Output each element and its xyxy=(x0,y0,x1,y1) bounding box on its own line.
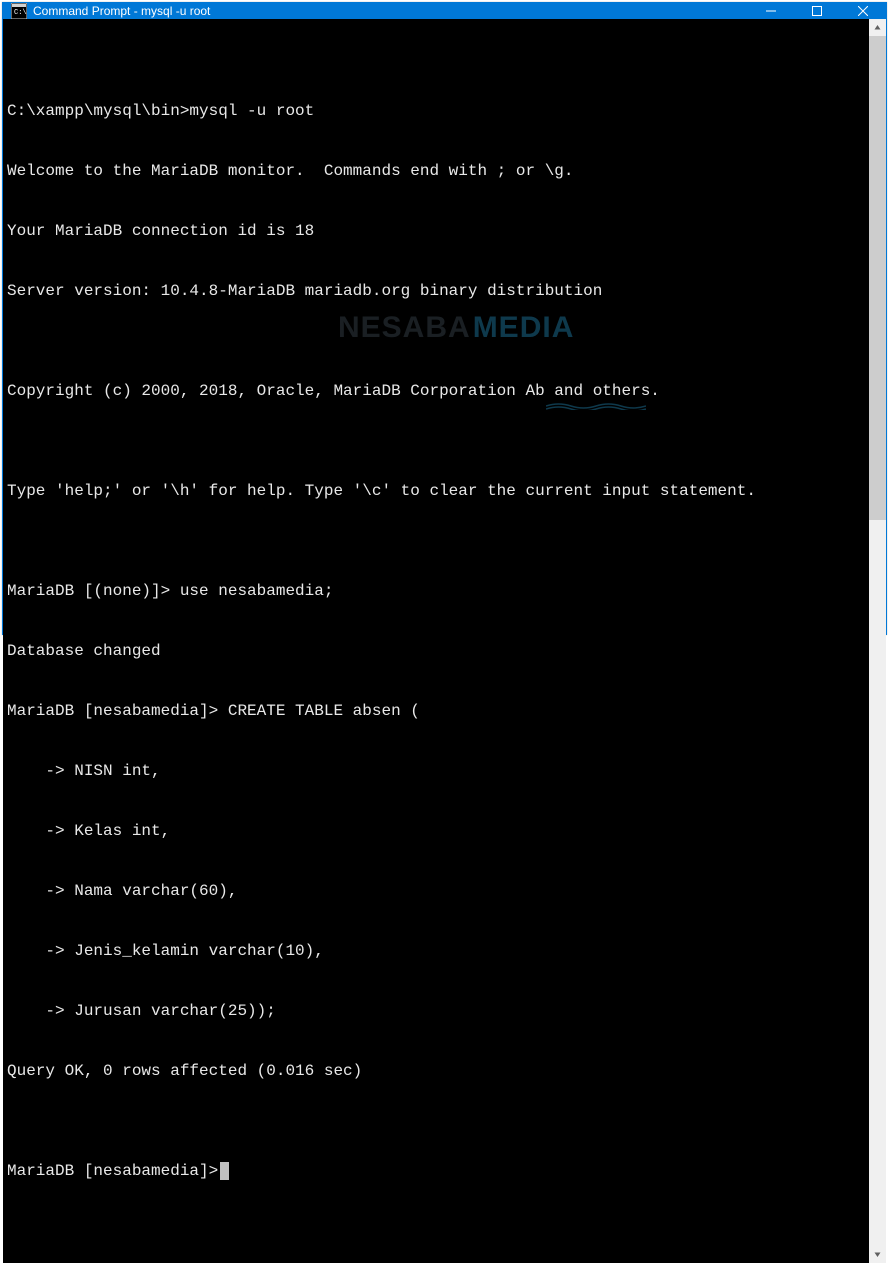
svg-text:C:\: C:\ xyxy=(14,9,27,17)
maximize-button[interactable] xyxy=(794,3,840,19)
terminal-line: Database changed xyxy=(7,641,865,661)
scroll-down-button[interactable] xyxy=(869,1246,886,1263)
titlebar[interactable]: C:\ Command Prompt - mysql -u root xyxy=(3,3,886,19)
terminal-line: Query OK, 0 rows affected (0.016 sec) xyxy=(7,1061,865,1081)
terminal-line: Server version: 10.4.8-MariaDB mariadb.o… xyxy=(7,281,865,301)
vertical-scrollbar[interactable] xyxy=(869,19,886,1263)
terminal-line: MariaDB [(none)]> use nesabamedia; xyxy=(7,581,865,601)
terminal-output[interactable]: C:\xampp\mysql\bin>mysql -u root Welcome… xyxy=(3,19,869,1263)
minimize-button[interactable] xyxy=(748,3,794,19)
terminal-line: Type 'help;' or '\h' for help. Type '\c'… xyxy=(7,481,865,501)
window-controls xyxy=(748,3,886,19)
console-window: C:\ Command Prompt - mysql -u root C:\xa… xyxy=(2,2,887,635)
watermark-part1: NESABA xyxy=(338,309,471,347)
scroll-up-button[interactable] xyxy=(869,19,886,36)
terminal-line: -> Nama varchar(60), xyxy=(7,881,865,901)
scrollbar-track[interactable] xyxy=(869,36,886,1246)
scrollbar-thumb[interactable] xyxy=(869,36,886,520)
cmd-icon: C:\ xyxy=(11,3,27,19)
close-button[interactable] xyxy=(840,3,886,19)
terminal-prompt: MariaDB [nesabamedia]> xyxy=(7,1162,218,1180)
terminal-line: -> Jurusan varchar(25)); xyxy=(7,1001,865,1021)
watermark-part2: MEDIA xyxy=(473,309,575,347)
terminal-prompt-line: MariaDB [nesabamedia]> xyxy=(7,1161,865,1181)
cursor-icon xyxy=(220,1162,229,1180)
window-title: Command Prompt - mysql -u root xyxy=(33,4,748,18)
terminal-line: Welcome to the MariaDB monitor. Commands… xyxy=(7,161,865,181)
terminal-line: -> NISN int, xyxy=(7,761,865,781)
wave-icon xyxy=(453,345,553,353)
content-area: C:\xampp\mysql\bin>mysql -u root Welcome… xyxy=(3,19,886,1263)
terminal-line: C:\xampp\mysql\bin>mysql -u root xyxy=(7,101,865,121)
terminal-line: Copyright (c) 2000, 2018, Oracle, MariaD… xyxy=(7,381,865,401)
terminal-line: -> Jenis_kelamin varchar(10), xyxy=(7,941,865,961)
terminal-line: Your MariaDB connection id is 18 xyxy=(7,221,865,241)
terminal-line: MariaDB [nesabamedia]> CREATE TABLE abse… xyxy=(7,701,865,721)
terminal-line: -> Kelas int, xyxy=(7,821,865,841)
watermark-logo: NESABA MEDIA xyxy=(338,309,574,353)
